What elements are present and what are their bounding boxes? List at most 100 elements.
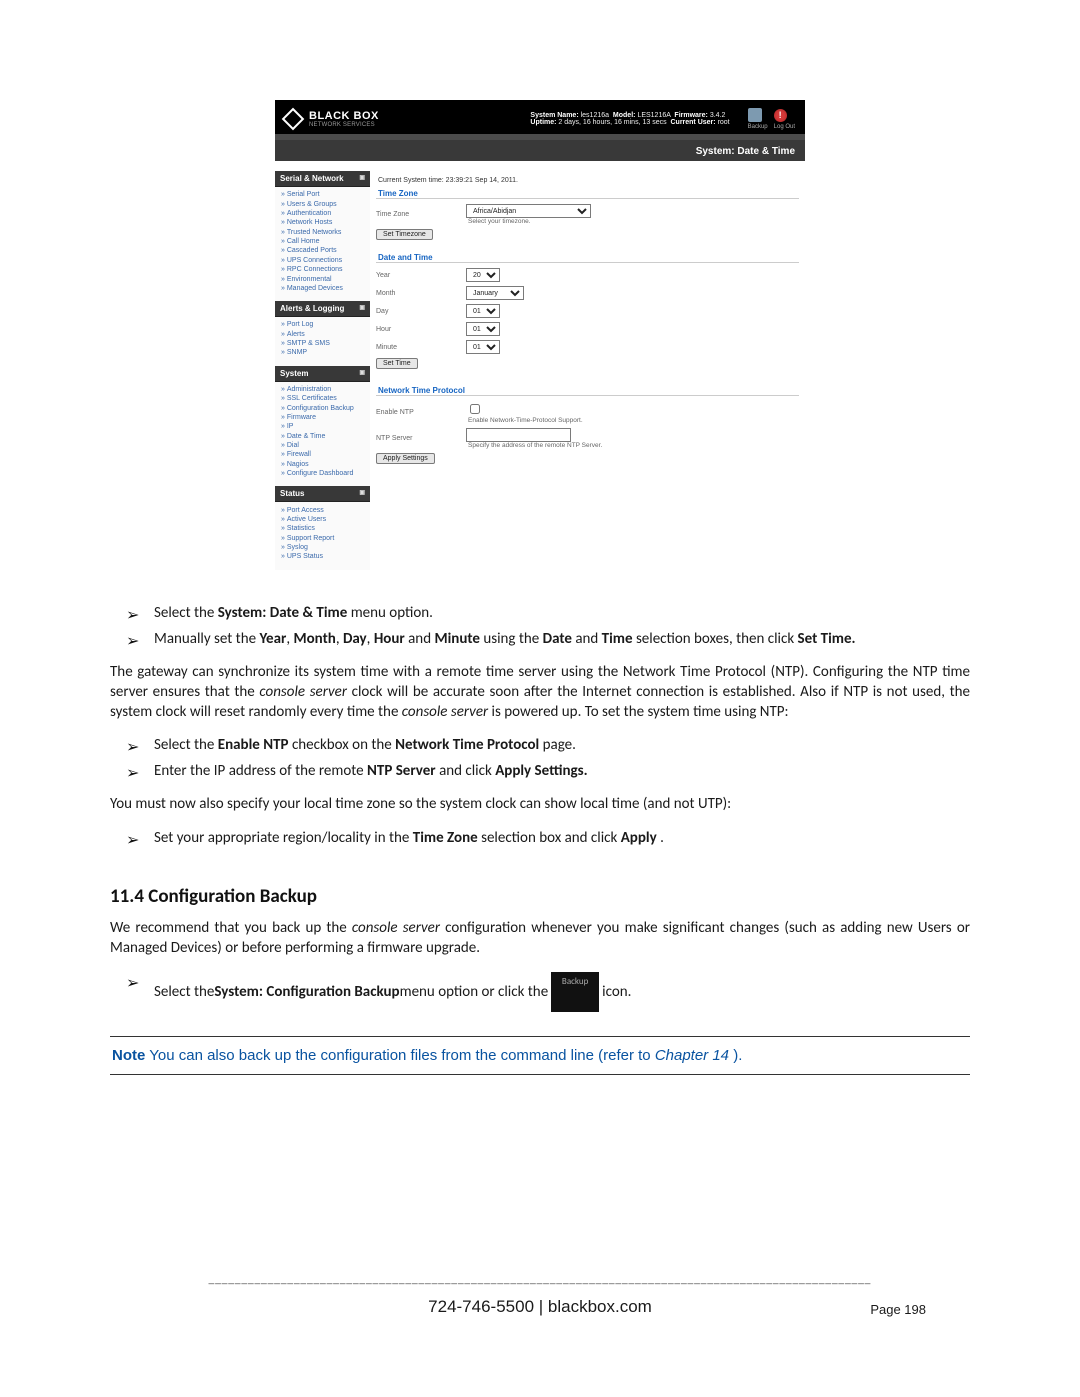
sidebar-item[interactable]: UPS Connections (281, 256, 366, 265)
inline-backup-icon: Backup (551, 972, 599, 1012)
step-item: Manually set the Year, Month, Day, Hour … (154, 626, 970, 652)
app-screenshot: BLACK BOX NETWORK SERVICES System Name: … (275, 100, 805, 570)
sidebar-item[interactable]: Managed Devices (281, 284, 366, 293)
sidebar-group-items: Serial Port Users & Groups Authenticatio… (275, 187, 370, 301)
header-actions: Backup ! Log Out (748, 108, 795, 130)
backup-icon (748, 108, 762, 122)
sidebar-item[interactable]: SNMP (281, 348, 366, 357)
page-number: Page 198 (870, 1302, 926, 1317)
datetime-section-title: Date and Time (376, 250, 799, 263)
step-item: Select the Enable NTP checkbox on the Ne… (154, 732, 970, 758)
sidebar-item[interactable]: Authentication (281, 209, 366, 218)
sidebar: Serial & Network▣ Serial Port Users & Gr… (275, 171, 370, 570)
sidebar-item[interactable]: UPS Status (281, 552, 366, 561)
step-item: Enter the IP address of the remote NTP S… (154, 758, 970, 784)
sidebar-item[interactable]: Users & Groups (281, 199, 366, 208)
sidebar-item[interactable]: Configure Dashboard (281, 469, 366, 478)
sidebar-item[interactable]: IP (281, 422, 366, 431)
sidebar-group-items: Port Access Active Users Statistics Supp… (275, 502, 370, 569)
hour-label: Hour (376, 326, 466, 333)
step-list: Select the System: Configuration Backup … (110, 968, 970, 1016)
app-header: BLACK BOX NETWORK SERVICES System Name: … (275, 100, 805, 134)
brand-subtitle: NETWORK SERVICES (309, 122, 379, 128)
sidebar-group-header[interactable]: Serial & Network▣ (275, 171, 370, 187)
backup-link[interactable]: Backup (748, 108, 768, 130)
timezone-section-title: Time Zone (376, 186, 799, 199)
step-list: Select the System: Date & Time menu opti… (110, 600, 970, 652)
ntp-server-input[interactable] (466, 428, 571, 442)
sidebar-item[interactable]: Support Report (281, 534, 366, 543)
collapse-icon: ▣ (359, 304, 365, 313)
day-label: Day (376, 308, 466, 315)
app-body: Serial & Network▣ Serial Port Users & Gr… (275, 171, 805, 570)
set-timezone-button[interactable]: Set Timezone (376, 229, 433, 240)
sidebar-item[interactable]: RPC Connections (281, 265, 366, 274)
sidebar-item[interactable]: Dial (281, 441, 366, 450)
sidebar-group-items: Port Log Alerts SMTP & SMS SNMP (275, 317, 370, 366)
note-box: Note You can also back up the configurat… (110, 1036, 970, 1075)
sidebar-item[interactable]: Statistics (281, 524, 366, 533)
sidebar-item[interactable]: Date & Time (281, 432, 366, 441)
timezone-label: Time Zone (376, 211, 466, 218)
enable-ntp-label: Enable NTP (376, 409, 466, 416)
sidebar-group-header[interactable]: Alerts & Logging▣ (275, 301, 370, 317)
day-select[interactable]: 01 (466, 304, 500, 318)
sidebar-item[interactable]: Port Access (281, 505, 366, 514)
sidebar-item[interactable]: Port Log (281, 320, 366, 329)
sidebar-group-header[interactable]: System▣ (275, 366, 370, 382)
sidebar-item[interactable]: SSL Certificates (281, 394, 366, 403)
step-item: Set your appropriate region/locality in … (154, 825, 970, 851)
page-title: System: Date & Time (275, 134, 805, 171)
month-select[interactable]: January (466, 286, 524, 300)
sidebar-item[interactable]: Cascaded Ports (281, 246, 366, 255)
apply-settings-button[interactable]: Apply Settings (376, 453, 435, 464)
sidebar-item[interactable]: Network Hosts (281, 218, 366, 227)
collapse-icon: ▣ (359, 369, 365, 378)
sidebar-item[interactable]: Firewall (281, 450, 366, 459)
enable-ntp-checkbox[interactable] (470, 404, 480, 414)
body-paragraph: You must now also specify your local tim… (110, 794, 970, 814)
logout-icon: ! (774, 109, 787, 122)
year-label: Year (376, 272, 466, 279)
body-paragraph: We recommend that you back up the consol… (110, 918, 970, 959)
sidebar-item[interactable]: Serial Port (281, 190, 366, 199)
enable-ntp-hint: Enable Network-Time-Protocol Support. (468, 417, 583, 424)
current-time-label: Current System time: 23:39:21 Sep 14, 20… (376, 175, 799, 186)
sidebar-item[interactable]: Administration (281, 385, 366, 394)
step-list: Select the Enable NTP checkbox on the Ne… (110, 732, 970, 784)
sidebar-item[interactable]: SMTP & SMS (281, 339, 366, 348)
body-paragraph: The gateway can synchronize its system t… (110, 662, 970, 723)
step-list: Set your appropriate region/locality in … (110, 825, 970, 851)
sidebar-item[interactable]: Configuration Backup (281, 403, 366, 412)
sidebar-item[interactable]: Firmware (281, 413, 366, 422)
brand-block: BLACK BOX NETWORK SERVICES (309, 110, 379, 128)
sidebar-item[interactable]: Active Users (281, 515, 366, 524)
ntp-section-title: Network Time Protocol (376, 383, 799, 396)
sidebar-item[interactable]: Environmental (281, 274, 366, 283)
set-time-button[interactable]: Set Time (376, 358, 418, 369)
ntp-server-hint: Specify the address of the remote NTP Se… (468, 442, 602, 449)
sidebar-item[interactable]: Alerts (281, 330, 366, 339)
logout-link[interactable]: ! Log Out (774, 109, 795, 130)
sidebar-group-items: Administration SSL Certificates Configur… (275, 382, 370, 487)
page-footer: ________________________________________… (110, 1274, 970, 1317)
sidebar-item[interactable]: Syslog (281, 543, 366, 552)
footer-divider: ________________________________________… (110, 1274, 970, 1285)
month-label: Month (376, 290, 466, 297)
timezone-hint: Select your timezone. (468, 218, 591, 225)
year-select[interactable]: 2008 (466, 268, 500, 282)
timezone-select[interactable]: Africa/Abidjan (466, 204, 591, 218)
sidebar-item[interactable]: Trusted Networks (281, 228, 366, 237)
minute-select[interactable]: 01 (466, 340, 500, 354)
sidebar-group-header[interactable]: Status▣ (275, 486, 370, 502)
sidebar-item[interactable]: Nagios (281, 460, 366, 469)
sidebar-item[interactable]: Call Home (281, 237, 366, 246)
hour-select[interactable]: 01 (466, 322, 500, 336)
collapse-icon: ▣ (359, 489, 365, 498)
brand-name: BLACK BOX (309, 110, 379, 122)
header-meta: System Name: les1216a Model: LES1216A Fi… (530, 112, 729, 126)
section-heading: 11.4 Configuration Backup (110, 885, 970, 908)
note-label: Note (112, 1047, 145, 1064)
minute-label: Minute (376, 344, 466, 351)
step-item: Select the System: Date & Time menu opti… (154, 600, 970, 626)
